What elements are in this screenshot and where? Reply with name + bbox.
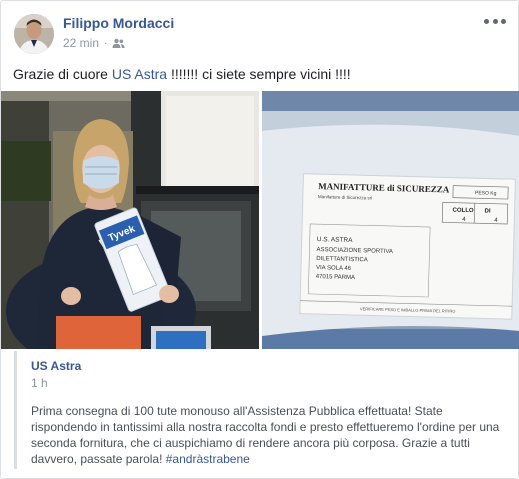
label-addr-4: VIA SOLA 46 bbox=[316, 265, 352, 272]
photo-woman-with-package[interactable]: Tyvek bbox=[1, 91, 259, 349]
friends-icon[interactable] bbox=[112, 38, 125, 49]
meta-separator: · bbox=[104, 37, 108, 49]
hashtag-link[interactable]: #andràstrabene bbox=[166, 452, 250, 466]
shared-post[interactable]: US Astra 1 h Prima consegna di 100 tute … bbox=[14, 351, 518, 469]
avatar-image bbox=[14, 14, 54, 54]
photo-package-label[interactable]: MANIFATTURE di SICUREZZA Manifatture di … bbox=[262, 91, 519, 349]
post-message: Grazie di cuore US Astra !!!!!!! ci siet… bbox=[13, 65, 351, 84]
facebook-post: Filippo Mordacci 22 min · Grazie di cuor… bbox=[0, 0, 519, 479]
label-addr-5: 47015 PARMA bbox=[316, 274, 355, 281]
more-options-icon[interactable] bbox=[484, 14, 506, 28]
photo-package-image: MANIFATTURE di SICUREZZA Manifatture di … bbox=[262, 91, 519, 349]
post-text-suffix: !!!!!!! ci siete sempre vicini !!!! bbox=[167, 66, 351, 82]
author-name[interactable]: Filippo Mordacci bbox=[63, 15, 174, 31]
label-pesokg: PESO Kg bbox=[475, 190, 497, 197]
shared-timestamp[interactable]: 1 h bbox=[31, 376, 48, 390]
shared-page-name[interactable]: US Astra bbox=[31, 359, 81, 373]
label-collo: COLLO bbox=[452, 208, 473, 215]
label-di: DI bbox=[484, 208, 490, 214]
photo-woman-image: Tyvek bbox=[1, 91, 259, 349]
mention-us-astra[interactable]: US Astra bbox=[112, 66, 167, 82]
post-timestamp[interactable]: 22 min bbox=[63, 36, 99, 50]
more-dot bbox=[484, 18, 489, 24]
more-dot bbox=[501, 18, 506, 24]
author-avatar[interactable] bbox=[14, 14, 54, 54]
more-dot bbox=[492, 18, 498, 24]
shared-post-text: Prima consegna di 100 tute monouso all'A… bbox=[31, 403, 511, 467]
post-meta: 22 min · bbox=[63, 36, 125, 50]
post-text-prefix: Grazie di cuore bbox=[13, 66, 112, 82]
shared-body-text: Prima consegna di 100 tute monouso all'A… bbox=[31, 404, 500, 466]
label-addr-1: U.S. ASTRA bbox=[317, 236, 354, 244]
